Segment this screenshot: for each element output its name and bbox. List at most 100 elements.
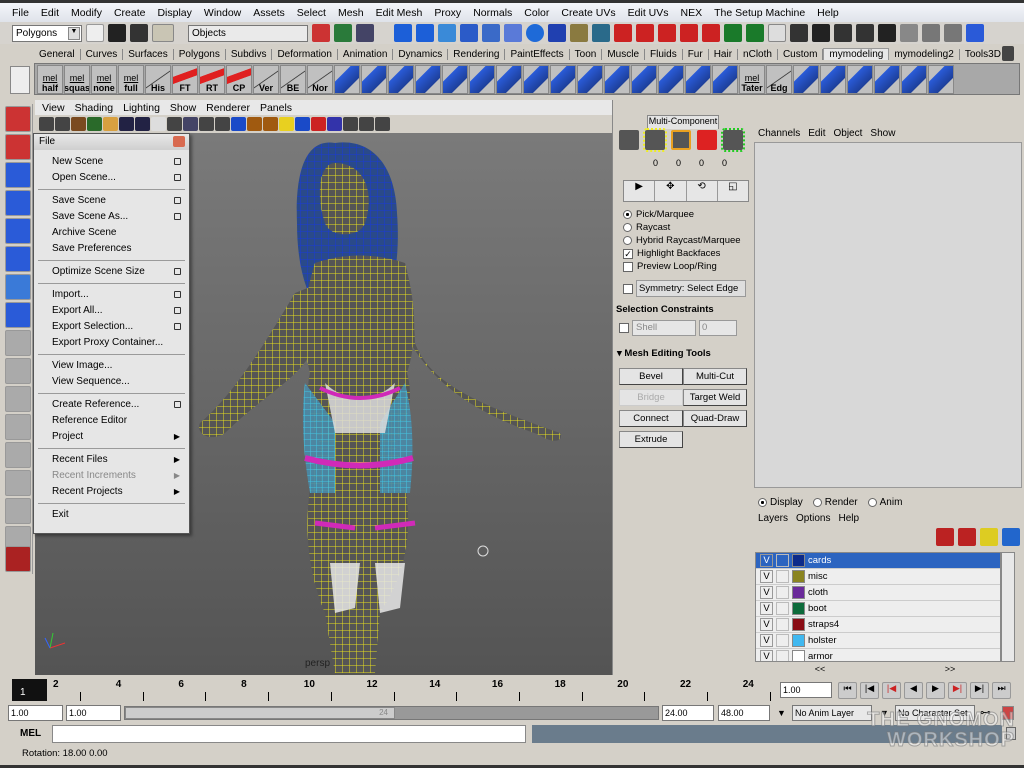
shelf-button[interactable] <box>442 64 468 94</box>
bevel-button[interactable]: Bevel <box>619 368 683 385</box>
shelf-button[interactable] <box>901 64 927 94</box>
layer-scrollbar[interactable] <box>1001 552 1015 662</box>
layout-icon[interactable] <box>5 442 31 468</box>
playback-toggle[interactable] <box>776 634 789 647</box>
menu-create[interactable]: Create <box>108 7 152 19</box>
visibility-toggle[interactable]: V <box>760 634 773 647</box>
option-box-icon[interactable] <box>174 307 181 314</box>
tab-surfaces[interactable]: Surfaces <box>123 48 174 60</box>
selection-mask-field[interactable]: Objects <box>188 24 308 42</box>
target-weld-button[interactable]: Target Weld <box>683 389 747 406</box>
menu-edit-mesh[interactable]: Edit Mesh <box>370 7 429 19</box>
playback-toggle[interactable] <box>776 554 789 567</box>
shelf-button[interactable] <box>604 64 630 94</box>
magnet-icon[interactable] <box>702 24 720 42</box>
layer-color-swatch[interactable] <box>792 570 805 583</box>
constraint-dropdown[interactable]: Shell <box>632 320 696 336</box>
vertex-mode-icon[interactable] <box>643 128 667 152</box>
go-to-end-icon[interactable]: ⏭ <box>992 682 1011 699</box>
file-menu-item-save-preferences[interactable]: Save Preferences <box>34 241 189 257</box>
layout-icon[interactable] <box>5 498 31 524</box>
option-preview-loop-ring[interactable]: Preview Loop/Ring <box>623 260 753 273</box>
shelf-button[interactable]: mel none <box>91 64 117 94</box>
shelf-button[interactable]: Edg <box>766 64 792 94</box>
viewport-menu-panels[interactable]: Panels <box>255 102 297 114</box>
shelf-button[interactable] <box>712 64 738 94</box>
file-menu-item-import[interactable]: Import... <box>34 287 189 303</box>
radio-button[interactable] <box>867 498 877 507</box>
option-box-icon[interactable] <box>174 291 181 298</box>
layer-color-swatch[interactable] <box>792 586 805 599</box>
layer-mode-display[interactable]: Display <box>758 497 803 508</box>
extrude-button[interactable]: Extrude <box>619 431 683 448</box>
next-key-icon[interactable]: ▶| <box>948 682 967 699</box>
file-menu-item-view-sequence[interactable]: View Sequence... <box>34 374 189 390</box>
scroll-left-button[interactable]: << <box>755 664 885 674</box>
option-box-icon[interactable] <box>174 213 181 220</box>
viewport-menu-shading[interactable]: Shading <box>70 102 119 114</box>
option-highlight-backfaces[interactable]: ✓ Highlight Backfaces <box>623 247 753 260</box>
tab-muscle[interactable]: Muscle <box>602 48 646 60</box>
radio-button[interactable] <box>623 223 632 232</box>
start-time-field[interactable]: 1.00 <box>8 705 63 721</box>
snap-curve-icon[interactable] <box>416 24 434 42</box>
layer-row[interactable]: Vboot <box>756 601 1000 617</box>
tab-tools3d[interactable]: Tools3D <box>960 48 1007 60</box>
select-object-icon[interactable] <box>334 24 352 42</box>
radio-button[interactable] <box>812 498 822 507</box>
option-pick-marquee[interactable]: Pick/Marquee <box>623 208 753 221</box>
selection-highlight-icon[interactable] <box>592 24 610 42</box>
viewport-tool-icon[interactable] <box>55 117 70 131</box>
tab-fluids[interactable]: Fluids <box>645 48 683 60</box>
save-scene-icon[interactable] <box>130 24 148 42</box>
playback-toggle[interactable] <box>776 570 789 583</box>
viewport-tool-icon[interactable] <box>311 117 326 131</box>
file-menu-item-export-all[interactable]: Export All... <box>34 303 189 319</box>
render-settings-icon[interactable] <box>856 24 874 42</box>
option-raycast[interactable]: Raycast <box>623 221 753 234</box>
snap-plane-icon[interactable] <box>460 24 478 42</box>
viewport-tool-icon[interactable] <box>39 117 54 131</box>
manipulator-icon[interactable] <box>5 274 31 300</box>
shelf-button[interactable] <box>658 64 684 94</box>
radio-button[interactable] <box>623 210 632 219</box>
snap-grid-icon[interactable] <box>394 24 412 42</box>
tab-hair[interactable]: Hair <box>709 48 739 60</box>
tab-custom[interactable]: Custom <box>778 48 824 60</box>
shelf-button[interactable] <box>361 64 387 94</box>
output-connections-icon[interactable] <box>746 24 764 42</box>
layout-icon[interactable] <box>5 414 31 440</box>
shelf-button[interactable] <box>685 64 711 94</box>
tab-curves[interactable]: Curves <box>81 48 124 60</box>
layer-row[interactable]: Vmisc <box>756 569 1000 585</box>
anim-layer-dropdown-icon[interactable]: ▼ <box>777 708 786 718</box>
layers-menu-layers[interactable]: Layers <box>758 513 788 524</box>
move-layer-up-icon[interactable] <box>936 528 954 546</box>
file-menu-item-new-scene[interactable]: New Scene <box>34 154 189 170</box>
edge-mode-icon[interactable] <box>671 130 691 150</box>
object-mode-icon[interactable] <box>619 130 639 150</box>
layer-row[interactable]: Vcards <box>756 553 1000 569</box>
viewport-tool-icon[interactable] <box>279 117 294 131</box>
shelf-button[interactable] <box>631 64 657 94</box>
file-menu-item-create-reference[interactable]: Create Reference... <box>34 397 189 413</box>
shelf-button[interactable] <box>847 64 873 94</box>
menu-set-dropdown[interactable]: Polygons ▼ <box>12 24 82 42</box>
move-tool-icon[interactable]: ✥ <box>655 181 687 201</box>
menu-edit[interactable]: Edit <box>35 7 65 19</box>
magnet-icon[interactable] <box>636 24 654 42</box>
menu-file[interactable]: File <box>6 7 35 19</box>
shelf-button[interactable] <box>550 64 576 94</box>
playback-toggle[interactable] <box>776 586 789 599</box>
viewport-tool-icon[interactable] <box>71 117 86 131</box>
checkbox[interactable] <box>623 261 633 272</box>
multi-cut-button[interactable]: Multi-Cut <box>683 368 747 385</box>
render-icon[interactable] <box>812 24 830 42</box>
snap-point-icon[interactable] <box>438 24 456 42</box>
layer-mode-anim[interactable]: Anim <box>867 497 902 508</box>
option-box-icon[interactable] <box>174 197 181 204</box>
layer-row[interactable]: Vholster <box>756 633 1000 649</box>
viewport-tool-icon[interactable] <box>231 117 246 131</box>
layer-color-swatch[interactable] <box>792 634 805 647</box>
file-menu-item-save-scene-as[interactable]: Save Scene As... <box>34 209 189 225</box>
